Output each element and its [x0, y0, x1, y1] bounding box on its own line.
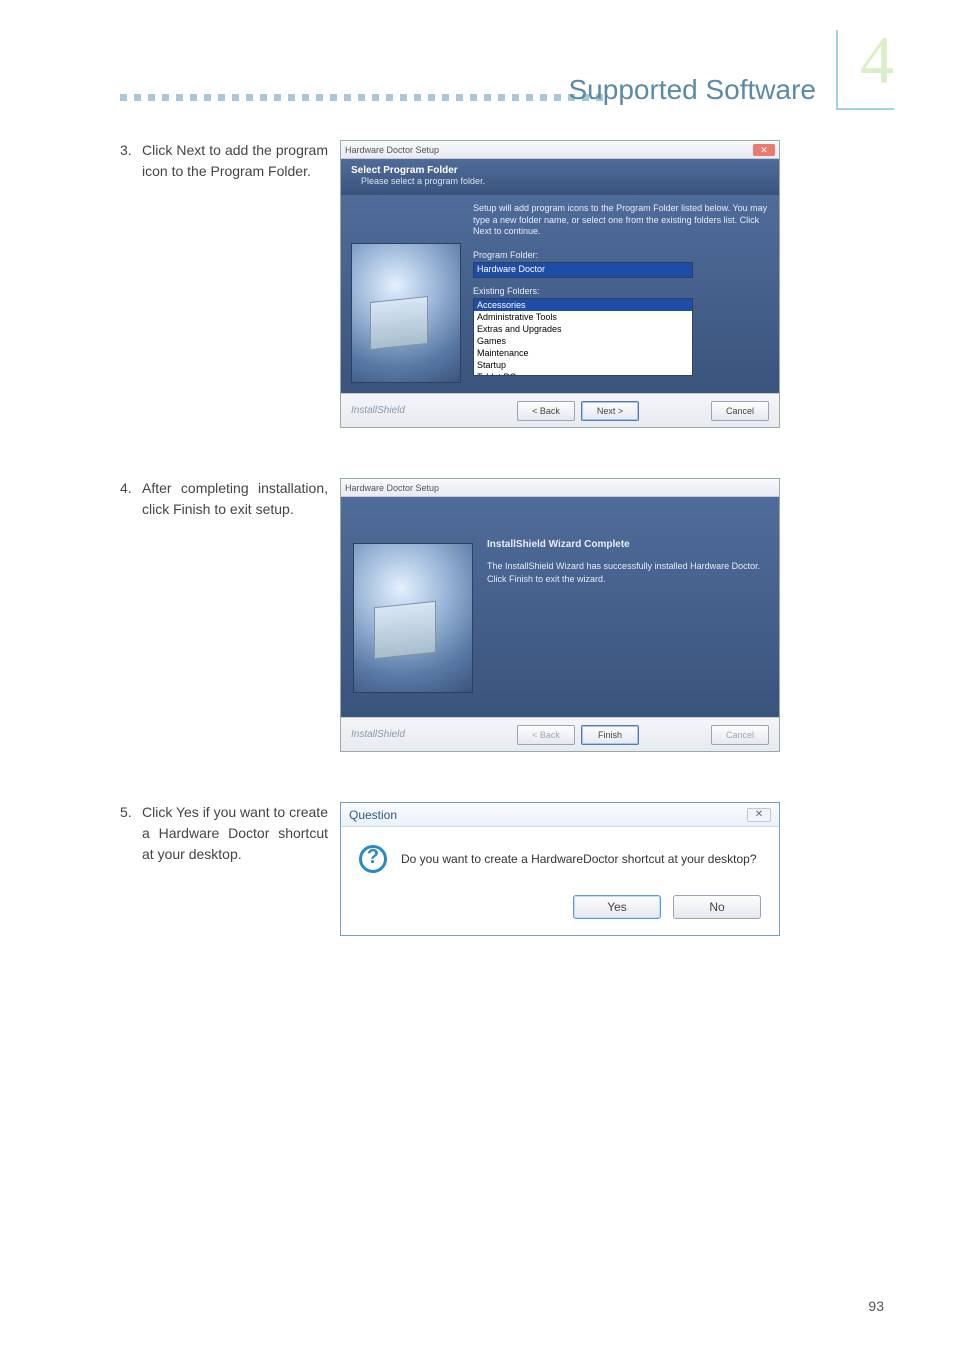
dialog-title: Hardware Doctor Setup: [345, 483, 439, 493]
step-number: 3.: [120, 140, 142, 182]
installer-dialog-complete: Hardware Doctor Setup InstallShield Wiza…: [340, 478, 780, 752]
list-item[interactable]: Accessories: [474, 299, 692, 311]
dialog-body: InstallShield Wizard Complete The Instal…: [341, 497, 779, 717]
list-item[interactable]: Startup: [474, 359, 692, 371]
page-content: 3. Click Next to add the pro­gram icon t…: [120, 140, 884, 986]
step-3: 3. Click Next to add the pro­gram icon t…: [120, 140, 884, 428]
list-item[interactable]: Games: [474, 335, 692, 347]
step-5: 5. Click Yes if you want to create a Har…: [120, 802, 884, 936]
wizard-image: [351, 243, 461, 383]
band-subtitle: Please select a program folder.: [361, 176, 769, 186]
dialog-title: Question: [349, 808, 397, 822]
back-button[interactable]: < Back: [517, 401, 575, 421]
question-dialog: Question ✕ Do you want to create a Hardw…: [340, 802, 780, 936]
close-icon[interactable]: ✕: [747, 808, 771, 822]
dialog-titlebar: Hardware Doctor Setup: [341, 479, 779, 497]
complete-heading: InstallShield Wizard Complete: [487, 539, 767, 550]
list-item[interactable]: Maintenance: [474, 347, 692, 359]
program-folder-input[interactable]: Hardware Doctor: [473, 262, 693, 278]
step-text: Click Yes if you want to create a Hardwa…: [142, 802, 328, 865]
question-text: Do you want to create a HardwareDoctor s…: [401, 852, 757, 866]
finish-button[interactable]: Finish: [581, 725, 639, 745]
dialog-footer: InstallShield < Back Next > Cancel: [341, 393, 779, 427]
instruction-text: Setup will add program icons to the Prog…: [473, 203, 769, 238]
cancel-button[interactable]: Cancel: [711, 401, 769, 421]
dialog-title: Hardware Doctor Setup: [345, 145, 439, 155]
step-number: 5.: [120, 802, 142, 865]
yes-button[interactable]: Yes: [573, 895, 661, 919]
wizard-image: [353, 543, 473, 693]
dialog-body: Setup will add program icons to the Prog…: [341, 195, 779, 393]
brand-label: InstallShield: [351, 405, 405, 416]
installer-dialog-select-folder: Hardware Doctor Setup ✕ Select Program F…: [340, 140, 780, 428]
complete-text: The InstallShield Wizard has successfull…: [487, 560, 767, 585]
dialog-header-band: Select Program Folder Please select a pr…: [341, 159, 779, 195]
close-icon[interactable]: ✕: [753, 144, 775, 156]
page-header: Supported Software 4: [0, 50, 894, 130]
list-item[interactable]: Administrative Tools: [474, 311, 692, 323]
dialog-titlebar: Question ✕: [341, 803, 779, 827]
no-button[interactable]: No: [673, 895, 761, 919]
list-item[interactable]: Extras and Upgrades: [474, 323, 692, 335]
band-title: Select Program Folder: [351, 165, 769, 176]
decorative-dots: [120, 94, 574, 102]
cancel-button: Cancel: [711, 725, 769, 745]
dialog-buttons: Yes No: [341, 881, 779, 935]
back-button: < Back: [517, 725, 575, 745]
brand-label: InstallShield: [351, 729, 405, 740]
chapter-title: Supported Software: [569, 74, 817, 106]
dialog-body: Do you want to create a HardwareDoctor s…: [341, 827, 779, 881]
step-number: 4.: [120, 478, 142, 520]
dialog-footer: InstallShield < Back Finish Cancel: [341, 717, 779, 751]
step-text: After completing instal­lation, click Fi…: [142, 478, 328, 520]
step-4: 4. After completing instal­lation, click…: [120, 478, 884, 752]
list-item[interactable]: Tablet PC: [474, 371, 692, 376]
dialog-titlebar: Hardware Doctor Setup ✕: [341, 141, 779, 159]
next-button[interactable]: Next >: [581, 401, 639, 421]
page-number: 93: [868, 1298, 884, 1314]
existing-folders-list[interactable]: Accessories Administrative Tools Extras …: [473, 298, 693, 376]
existing-folders-label: Existing Folders:: [473, 286, 769, 296]
chapter-number: 4: [860, 26, 894, 94]
program-folder-label: Program Folder:: [473, 250, 769, 260]
question-icon: [359, 845, 387, 873]
step-text: Click Next to add the pro­gram icon to t…: [142, 140, 328, 182]
